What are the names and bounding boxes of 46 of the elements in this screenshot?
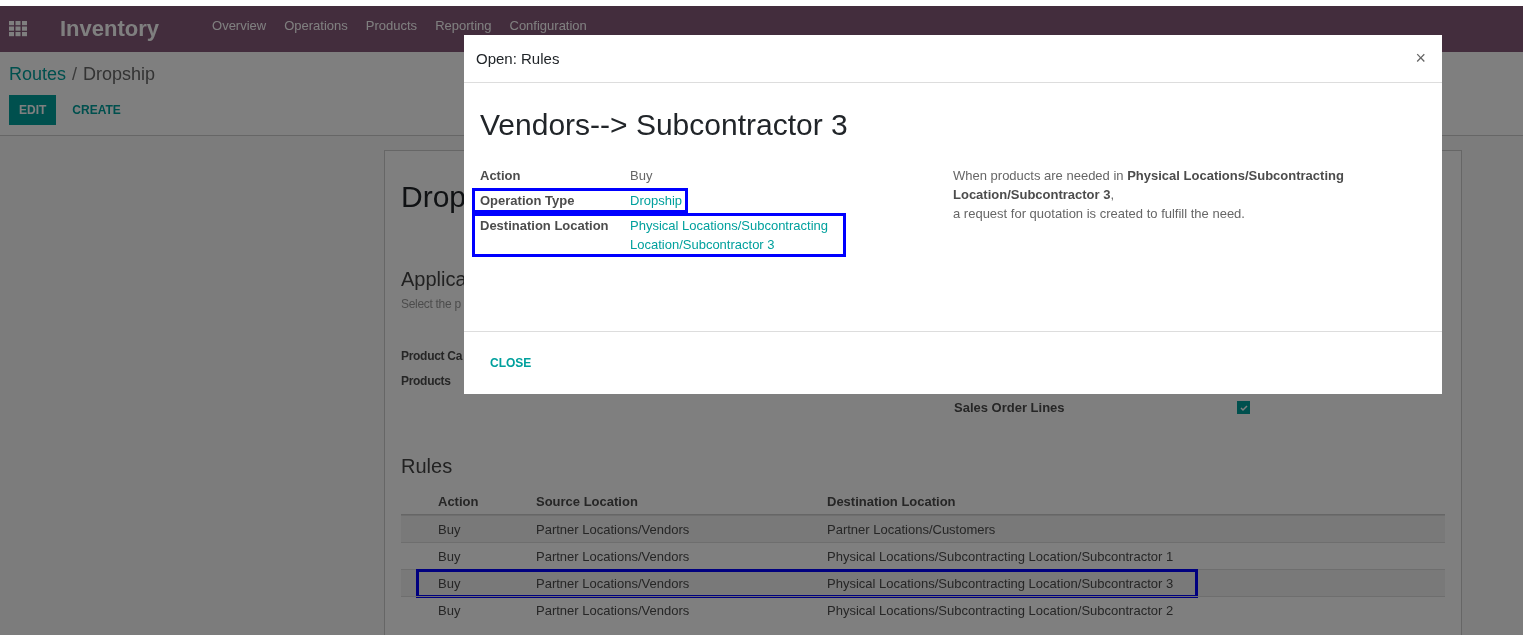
field-label: Products	[401, 373, 451, 388]
breadcrumb-separator: /	[72, 64, 78, 85]
rule-description: When products are needed in Physical Locations/Subcontracting Location/Subcontractor 3, a request for quotation is created to fulfill the need.	[953, 167, 1345, 223]
table-cell-text: Partner Locations/Customers	[827, 521, 997, 537]
table-cell-text: Buy	[438, 548, 462, 564]
table-cell-text: Buy	[438, 521, 462, 537]
table-cell-text: Partner Locations/Vendors	[536, 548, 691, 564]
table-cell-text: Physical Locations/Subcontracting Location/Subcontractor 3	[827, 575, 1175, 591]
table-cell-text: Physical Locations/Subcontracting Location/Subcontractor 1	[827, 548, 1175, 564]
table-cell-text: Partner Locations/Vendors	[536, 602, 691, 618]
table-cell-text: Partner Locations/Vendors	[536, 575, 691, 591]
field-label: Sales Order Lines	[954, 400, 1066, 415]
table-cell-text: Partner Locations/Vendors	[536, 521, 691, 537]
section-heading: Applica	[401, 267, 468, 291]
menu-item[interactable]: Products	[356, 18, 427, 33]
column-header: Source Location	[536, 493, 639, 509]
edit-button[interactable]: EDIT	[9, 95, 57, 125]
form-title: Drop	[401, 179, 467, 215]
table-cell-text: Physical Locations/Subcontracting Location/Subcontractor 2	[827, 602, 1175, 618]
section-heading: Rules	[401, 454, 454, 478]
menu-item[interactable]: Reporting	[426, 18, 501, 33]
app-name[interactable]: Inventory	[60, 16, 160, 42]
checkbox[interactable]	[1237, 401, 1250, 414]
column-header: Action	[438, 493, 480, 509]
record-title: Vendors--> Subcontractor 3	[480, 107, 849, 143]
field-link[interactable]: Dropship	[630, 191, 683, 210]
field-value: Buy	[630, 167, 653, 185]
table-cell-text: Buy	[438, 602, 462, 618]
field-label: Destination Location	[480, 217, 610, 235]
breadcrumb-item[interactable]: Routes	[9, 64, 67, 85]
menu-item[interactable]: Operations	[275, 18, 357, 33]
column-header: Destination Location	[827, 493, 957, 509]
field-label: Action	[480, 167, 522, 185]
apps-grid-icon[interactable]	[9, 21, 27, 37]
menu-item[interactable]: Overview	[203, 18, 276, 33]
field-label: Operation Type	[480, 192, 576, 210]
checkmark-icon	[1238, 402, 1249, 413]
create-button[interactable]: CREATE	[58, 95, 135, 125]
menu-item[interactable]: Configuration	[500, 18, 596, 33]
field-label: Product Ca	[401, 348, 462, 363]
close-button[interactable]: ×	[1411, 48, 1430, 69]
breadcrumb-item[interactable]: Dropship	[83, 64, 156, 85]
close-button[interactable]: CLOSE	[480, 350, 542, 376]
field-link[interactable]: Physical Locations/Subcontracting Location/Subcontractor 3	[630, 216, 840, 254]
dialog-title: Open: Rules	[476, 50, 560, 67]
table-cell-text: Buy	[438, 575, 462, 591]
